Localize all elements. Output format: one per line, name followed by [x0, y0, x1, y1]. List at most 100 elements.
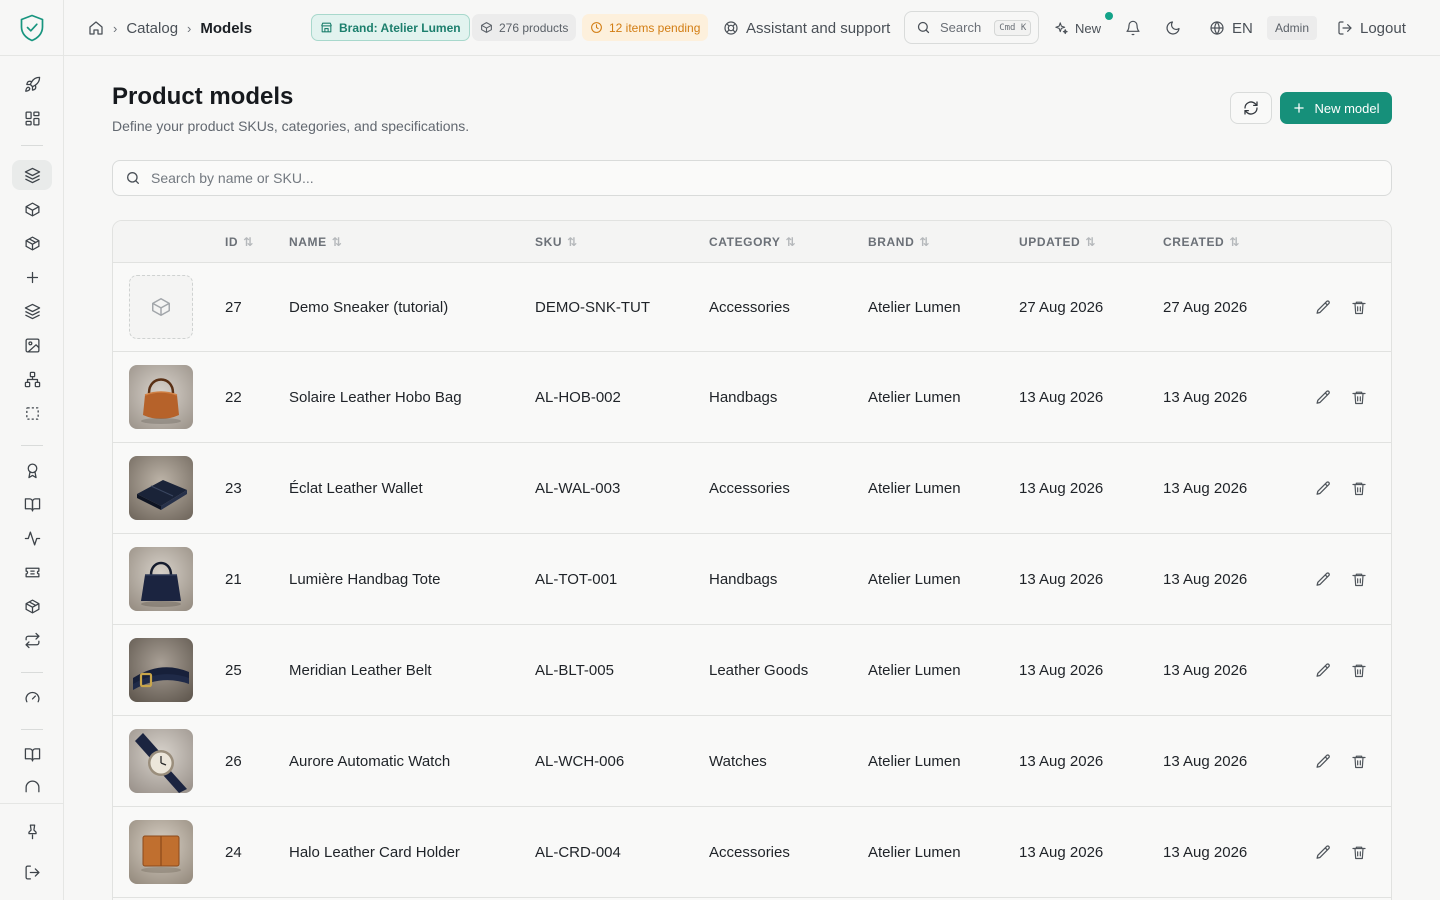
layers-alt-icon: [24, 303, 41, 320]
edit-button[interactable]: [1311, 385, 1335, 409]
cell-category: Accessories: [709, 298, 790, 316]
delete-button[interactable]: [1347, 840, 1371, 864]
global-search-button[interactable]: Search Cmd K: [904, 11, 1039, 44]
column-header-brand[interactable]: BRAND ⇅: [868, 221, 930, 263]
sidebar-item-tickets[interactable]: [12, 557, 52, 587]
table-row[interactable]: 21 Lumière Handbag Tote AL-TOT-001 Handb…: [113, 534, 1391, 625]
sidebar-item-selection[interactable]: [12, 398, 52, 428]
cell-name: Halo Leather Card Holder: [289, 843, 460, 861]
delete-button[interactable]: [1347, 567, 1371, 591]
table-row[interactable]: 24 Halo Leather Card Holder AL-CRD-004 A…: [113, 807, 1391, 898]
trash-icon: [1351, 389, 1367, 406]
edit-button[interactable]: [1311, 658, 1335, 682]
product-image-hobo-bag: [129, 365, 193, 429]
table-row[interactable]: 25 Meridian Leather Belt AL-BLT-005 Leat…: [113, 625, 1391, 716]
sidebar-item-packages[interactable]: [12, 228, 52, 258]
delete-button[interactable]: [1347, 476, 1371, 500]
book-open-icon: [24, 746, 41, 763]
delete-button[interactable]: [1347, 295, 1371, 319]
sidebar-item-media[interactable]: [12, 330, 52, 360]
shield-check-logo-icon[interactable]: [20, 14, 44, 42]
new-features-button[interactable]: New: [1054, 0, 1101, 56]
edit-button[interactable]: [1311, 476, 1335, 500]
cell-created: 13 Aug 2026: [1163, 479, 1248, 497]
home-icon[interactable]: [88, 20, 104, 36]
table-row[interactable]: 23 Éclat Leather Wallet AL-WAL-003 Acces…: [113, 443, 1391, 534]
cell-category: Watches: [709, 752, 767, 770]
theme-toggle-button[interactable]: [1165, 0, 1181, 56]
sidebar-pin-button[interactable]: [12, 816, 52, 846]
edit-button[interactable]: [1311, 295, 1335, 319]
sidebar-item-performance[interactable]: [12, 682, 52, 712]
edit-button[interactable]: [1311, 840, 1335, 864]
products-count-pill[interactable]: 276 products: [472, 14, 577, 41]
column-header-name[interactable]: NAME ⇅: [289, 221, 342, 263]
edit-button[interactable]: [1311, 567, 1335, 591]
edit-button[interactable]: [1311, 749, 1335, 773]
cell-category: Leather Goods: [709, 661, 809, 679]
cell-category: Handbags: [709, 388, 778, 406]
cell-sku: AL-BLT-005: [535, 661, 614, 679]
column-header-updated[interactable]: UPDATED ⇅: [1019, 221, 1096, 263]
sort-icon: ⇅: [1085, 235, 1096, 249]
language-selector[interactable]: EN: [1209, 0, 1253, 56]
rocket-icon: [24, 76, 41, 93]
chevron-right-icon: ›: [187, 20, 192, 36]
sidebar-item-awards[interactable]: [12, 455, 52, 485]
trash-icon: [1351, 571, 1367, 588]
sidebar-item-inventory[interactable]: [12, 591, 52, 621]
column-header-id[interactable]: ID ⇅: [225, 221, 254, 263]
sidebar-item-docs[interactable]: [12, 489, 52, 519]
model-search-field[interactable]: [112, 160, 1392, 196]
new-model-button[interactable]: New model: [1280, 92, 1392, 124]
pending-items-label: 12 items pending: [609, 20, 701, 35]
sidebar-item-launch[interactable]: [12, 69, 52, 99]
award-icon: [24, 462, 41, 479]
cell-created: 13 Aug 2026: [1163, 570, 1248, 588]
page-title: Product models: [112, 83, 294, 110]
ticket-icon: [24, 564, 41, 581]
sidebar-item-products[interactable]: [12, 194, 52, 224]
pending-items-pill[interactable]: 12 items pending: [582, 14, 709, 41]
breadcrumb-catalog[interactable]: Catalog: [126, 20, 178, 37]
cell-category: Accessories: [709, 479, 790, 497]
model-search-input[interactable]: [151, 170, 1351, 186]
logout-button[interactable]: Logout: [1337, 0, 1406, 56]
refresh-button[interactable]: [1230, 92, 1272, 124]
sidebar-item-sync[interactable]: [12, 625, 52, 655]
delete-button[interactable]: [1347, 385, 1371, 409]
cell-name: Lumière Handbag Tote: [289, 570, 441, 588]
sidebar-item-dashboard[interactable]: [12, 103, 52, 133]
sidebar-item-activity[interactable]: [12, 523, 52, 553]
sidebar-item-stack[interactable]: [12, 296, 52, 326]
column-header-created[interactable]: CREATED ⇅: [1163, 221, 1240, 263]
pencil-icon: [1315, 389, 1332, 406]
table-row[interactable]: 26 Aurore Automatic Watch AL-WCH-006 Wat…: [113, 716, 1391, 807]
cell-name: Solaire Leather Hobo Bag: [289, 388, 462, 406]
role-badge: Admin: [1267, 16, 1318, 40]
sort-icon: ⇅: [785, 235, 797, 249]
delete-button[interactable]: [1347, 749, 1371, 773]
table-row[interactable]: 22 Solaire Leather Hobo Bag AL-HOB-002 H…: [113, 352, 1391, 443]
sidebar-item-add[interactable]: [12, 262, 52, 292]
sidebar-item-support[interactable]: [12, 775, 52, 793]
cell-updated: 13 Aug 2026: [1019, 843, 1104, 861]
column-header-sku[interactable]: SKU ⇅: [535, 221, 578, 263]
assistant-support-link[interactable]: Assistant and support: [723, 0, 890, 56]
cell-sku: AL-WCH-006: [535, 752, 625, 770]
globe-icon: [1209, 20, 1225, 36]
sidebar-signout-button[interactable]: [12, 857, 52, 887]
cell-category: Accessories: [709, 843, 790, 861]
sidebar-item-hierarchy[interactable]: [12, 364, 52, 394]
sidebar-item-models[interactable]: [12, 160, 52, 190]
sidebar-divider: [21, 145, 43, 146]
plus-icon: [1292, 101, 1306, 115]
delete-button[interactable]: [1347, 658, 1371, 682]
cell-sku: AL-WAL-003: [535, 479, 621, 497]
trash-icon: [1351, 844, 1367, 861]
table-row[interactable]: 27 Demo Sneaker (tutorial) DEMO-SNK-TUT …: [113, 263, 1391, 352]
column-header-category[interactable]: CATEGORY ⇅: [709, 221, 796, 263]
brand-pill[interactable]: Brand: Atelier Lumen: [311, 14, 470, 41]
sidebar-item-guide[interactable]: [12, 739, 52, 769]
notifications-button[interactable]: [1125, 0, 1141, 56]
